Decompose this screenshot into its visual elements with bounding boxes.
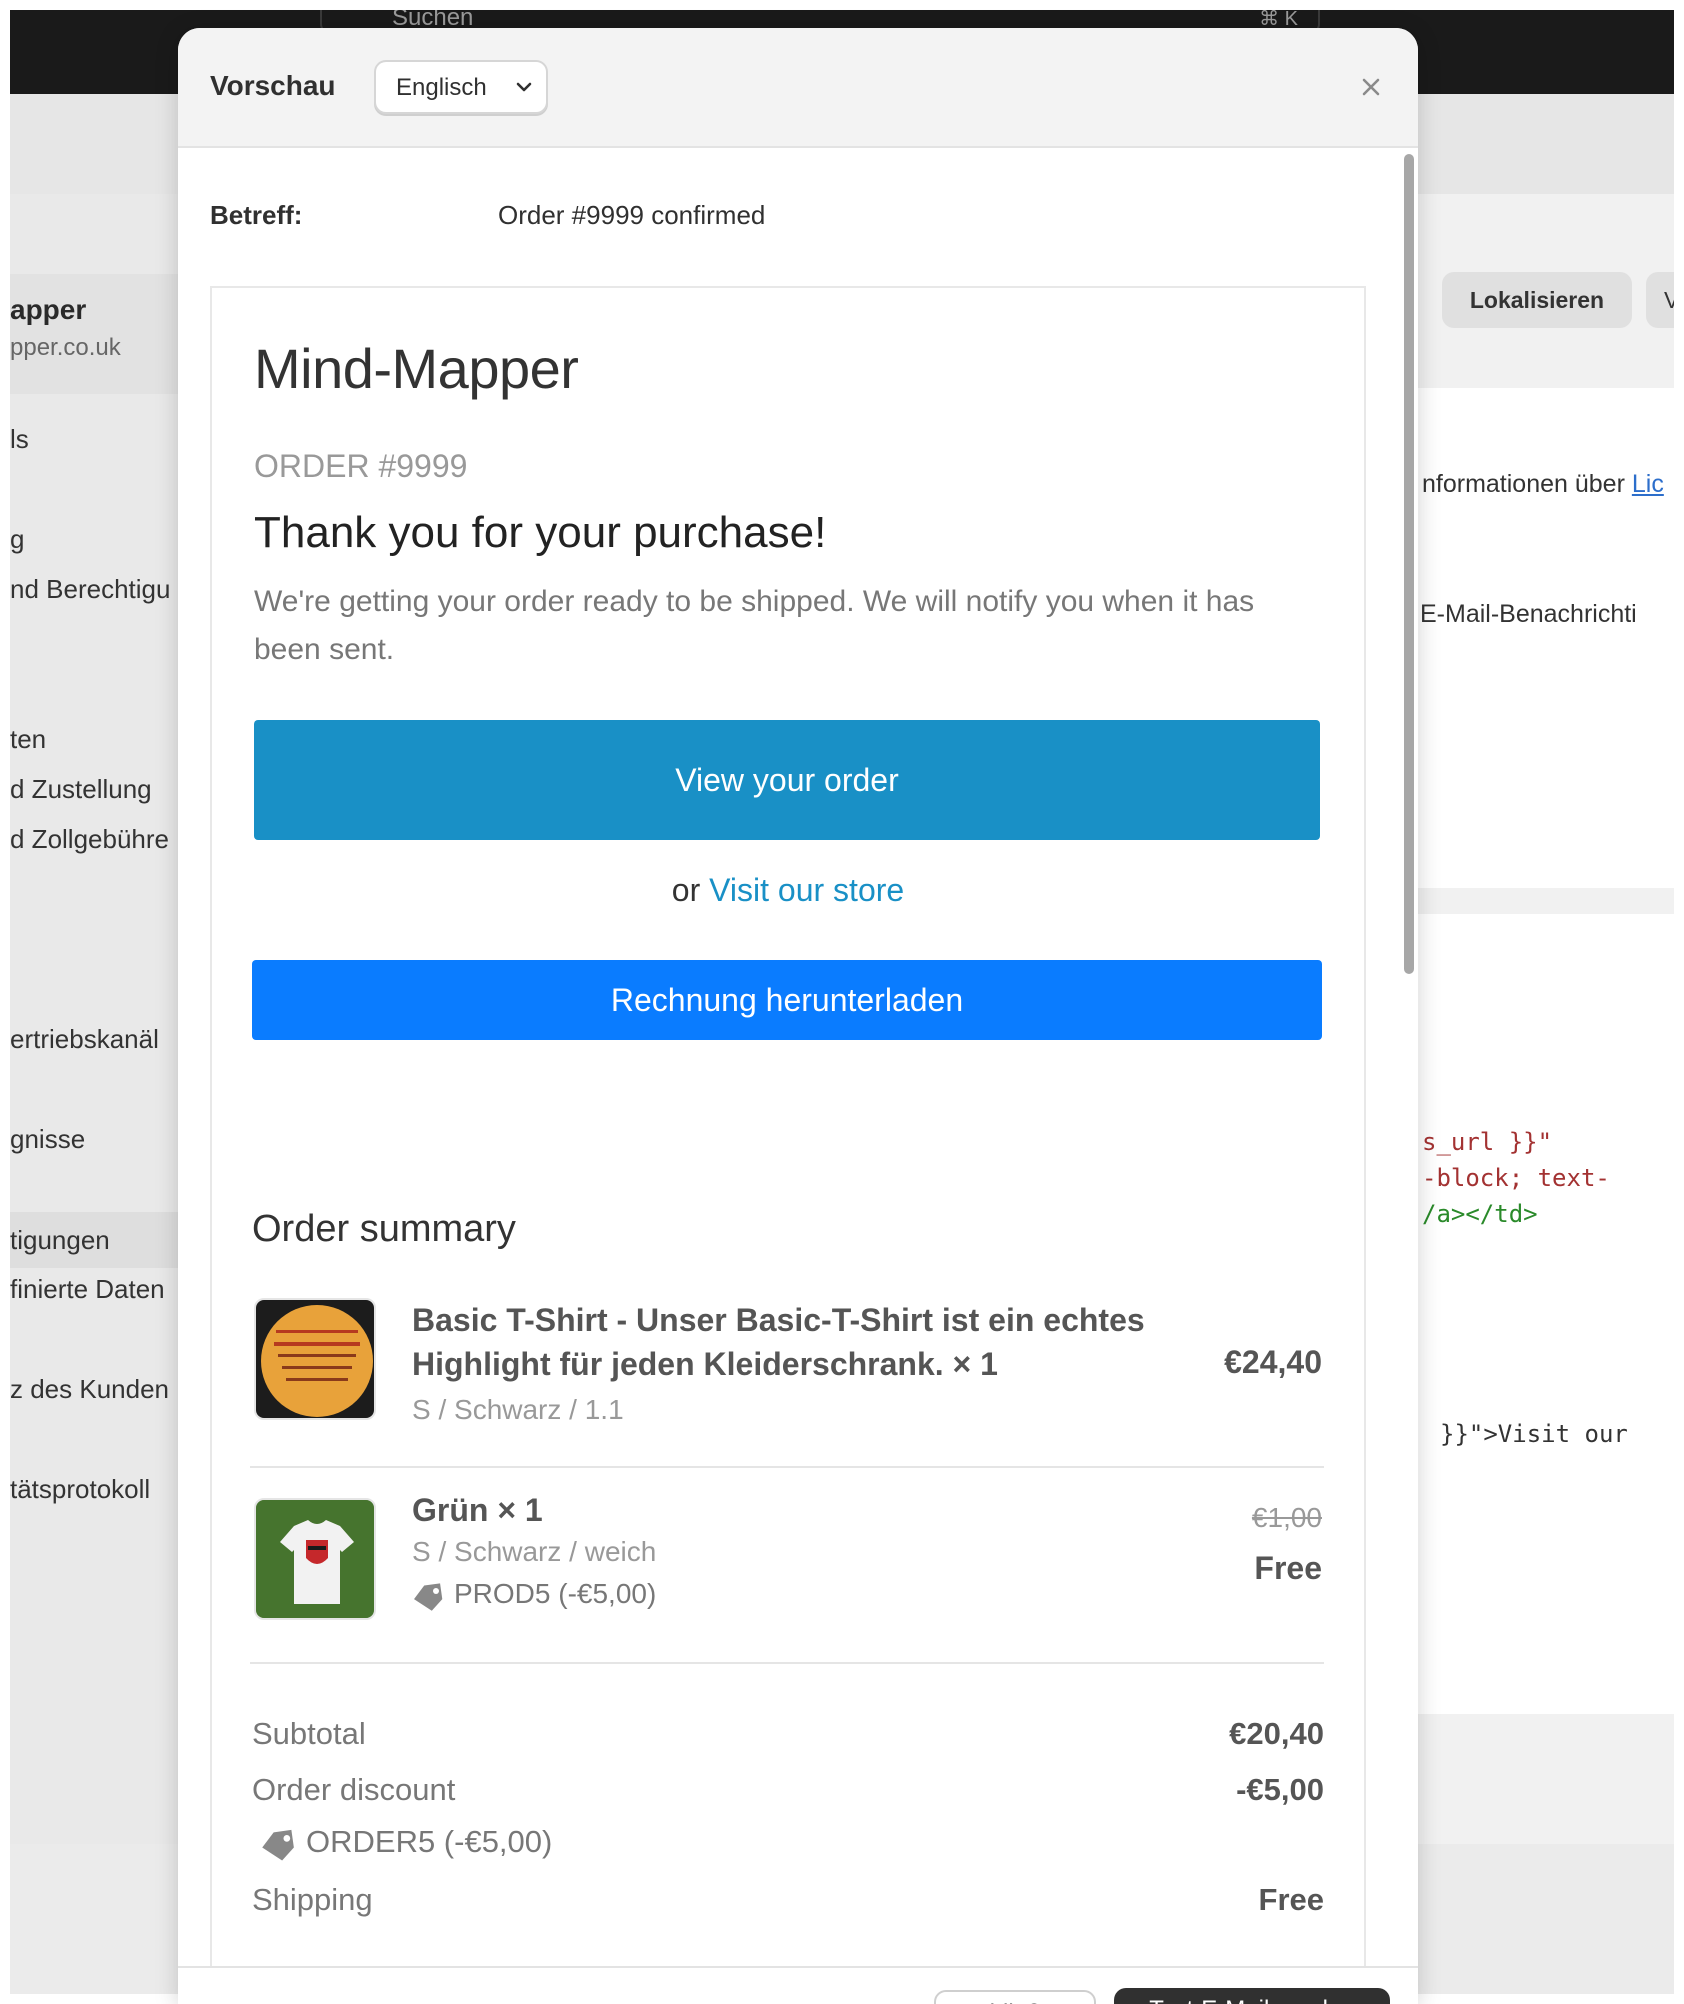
sidebar-item[interactable]: tätsprotokoll	[10, 1474, 150, 1505]
line-item-variant: S / Schwarz / 1.1	[412, 1394, 624, 1425]
subject-value: Order #9999 confirmed	[498, 200, 766, 230]
sidebar-item[interactable]: d Zollgebühre	[10, 824, 169, 855]
or-text: or	[671, 872, 701, 908]
modal-body[interactable]: Betreff: Order #9999 confirmed Mind-Mapp…	[178, 148, 1418, 1966]
order-number: ORDER #9999	[254, 448, 468, 484]
sidebar-item[interactable]: ertriebskanäl	[10, 1024, 159, 1055]
language-select[interactable]: Englisch	[374, 60, 548, 114]
divider	[250, 1466, 1324, 1468]
email-preview: Mind-Mapper ORDER #9999 Thank you for yo…	[210, 286, 1366, 1966]
product-image	[254, 1498, 376, 1620]
scrollbar[interactable]	[1404, 154, 1414, 974]
sidebar-item[interactable]: ten	[10, 724, 46, 755]
language-select-value: Englisch	[396, 74, 487, 101]
view-order-button[interactable]: View your order	[254, 720, 1320, 840]
line-item-variant: S / Schwarz / weich	[412, 1536, 657, 1567]
code-line: }}">Visit our	[1440, 1420, 1628, 1448]
order-discount-value: -€5,00	[1236, 1772, 1324, 1807]
shop-name: Mind-Mapper	[254, 337, 579, 400]
download-invoice-button[interactable]: Rechnung herunterladen	[252, 960, 1322, 1040]
store-name: apper	[10, 294, 87, 325]
sidebar-item[interactable]: g	[10, 524, 24, 555]
localize-button[interactable]: Lokalisieren	[1442, 272, 1632, 328]
modal-title: Vorschau	[210, 70, 336, 101]
sidebar-item[interactable]: gnisse	[10, 1124, 85, 1155]
modal-header: Vorschau Englisch	[178, 28, 1418, 148]
code-line: s_url }}"	[1422, 1128, 1553, 1156]
line-item-title: Basic T-Shirt - Unser Basic-T-Shirt ist …	[412, 1302, 1145, 1382]
email-heading: Thank you for your purchase!	[254, 508, 827, 557]
email-intro: We're getting your order ready to be shi…	[254, 585, 1255, 666]
sidebar-item[interactable]: d Zustellung	[10, 774, 152, 805]
next-button[interactable]: V	[1646, 272, 1674, 328]
info-link[interactable]: Lic	[1632, 470, 1664, 498]
line-item-title: Grün × 1	[412, 1492, 543, 1528]
main-content	[1410, 194, 1674, 1844]
modal-footer: Schließen Test-E-Mail senden	[178, 1966, 1418, 2004]
line-item-price: Free	[1254, 1550, 1322, 1586]
code-line: /a></td>	[1422, 1200, 1538, 1228]
line-item: Basic T-Shirt - Unser Basic-T-Shirt ist …	[252, 1298, 1322, 1438]
subtotal-label: Subtotal	[252, 1716, 366, 1751]
close-icon[interactable]	[1354, 70, 1388, 104]
settings-sidebar: apper pper.co.uk ls g nd Berechtigu ten …	[10, 194, 190, 1844]
tag-icon	[262, 1829, 294, 1861]
store-url: pper.co.uk	[10, 334, 121, 361]
preview-modal: Vorschau Englisch Betreff: Order #9999 c…	[178, 28, 1418, 2004]
line-item-original-price: €1,00	[1251, 1502, 1322, 1533]
divider	[250, 1662, 1324, 1664]
tag-icon	[414, 1582, 443, 1611]
order-summary-title: Order summary	[252, 1208, 516, 1250]
sidebar-item[interactable]: ls	[10, 424, 29, 455]
line-item-price: €24,40	[1224, 1344, 1322, 1380]
or-visit-store: or Visit our store	[212, 872, 1364, 909]
code-line: -block; text-	[1422, 1164, 1610, 1192]
shipping-label: Shipping	[252, 1882, 373, 1917]
subject-label: Betreff:	[210, 200, 303, 230]
chevron-down-icon	[516, 82, 532, 92]
product-image	[254, 1298, 376, 1420]
line-item-discount: PROD5 (-€5,00)	[412, 1578, 656, 1611]
sidebar-item[interactable]: nd Berechtigu	[10, 574, 170, 605]
email-notification-text: E-Mail-Benachrichti	[1420, 600, 1637, 628]
subtotal-value: €20,40	[1229, 1716, 1324, 1751]
close-button[interactable]: Schließen	[934, 1990, 1096, 2004]
discount-code: ORDER5 (-€5,00)	[260, 1824, 552, 1861]
line-item: Grün × 1 S / Schwarz / weich PROD5 (-€5,…	[252, 1488, 1322, 1628]
info-text: nformationen über Lic	[1422, 470, 1664, 498]
send-test-email-button[interactable]: Test-E-Mail senden	[1114, 1988, 1390, 2004]
sidebar-item[interactable]: z des Kunden	[10, 1374, 169, 1405]
content-card	[1410, 914, 1674, 1714]
order-discount-label: Order discount	[252, 1772, 456, 1807]
content-card	[1410, 388, 1674, 888]
shipping-value: Free	[1258, 1882, 1324, 1917]
sidebar-item-selected[interactable]: tigungen	[10, 1212, 190, 1268]
visit-store-link[interactable]: Visit our store	[709, 872, 904, 908]
sidebar-item[interactable]: finierte Daten	[10, 1274, 165, 1305]
